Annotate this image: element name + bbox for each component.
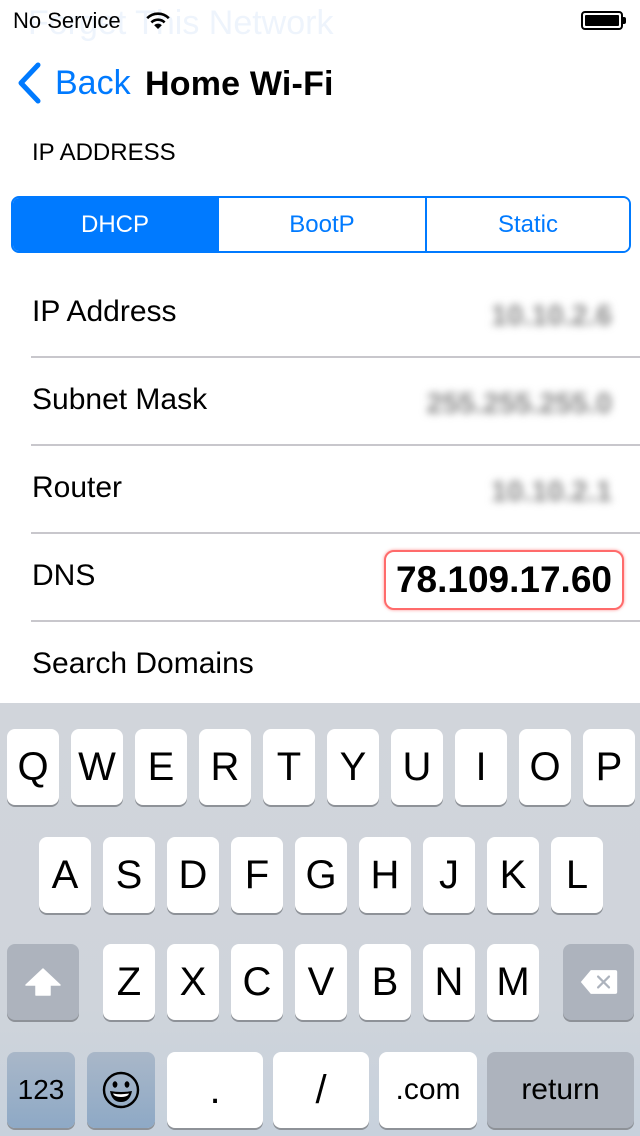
row-label: Router <box>32 471 123 504</box>
key-w[interactable]: W <box>71 729 123 805</box>
key-i[interactable]: I <box>455 729 507 805</box>
ip-address-value: 10.10.2.6 <box>491 300 612 332</box>
key-h[interactable]: H <box>359 837 411 913</box>
key-t[interactable]: T <box>263 729 315 805</box>
backspace-icon <box>580 970 617 994</box>
key-e[interactable]: E <box>135 729 187 805</box>
emoji-key[interactable] <box>87 1052 155 1128</box>
chevron-left-icon <box>18 62 41 104</box>
key-l[interactable]: L <box>551 837 603 913</box>
navigation-bar: Back Home Wi-Fi <box>0 50 640 120</box>
key-u[interactable]: U <box>391 729 443 805</box>
battery-full-icon <box>581 11 627 30</box>
router-value: 10.10.2.1 <box>491 476 612 508</box>
key-p[interactable]: P <box>583 729 635 805</box>
shift-key[interactable] <box>7 944 79 1020</box>
section-header-ip-address: IP ADDRESS <box>32 139 176 166</box>
key-n[interactable]: N <box>423 944 475 1020</box>
segment-static[interactable]: Static <box>425 198 629 251</box>
key-d[interactable]: D <box>167 837 219 913</box>
row-label: Search Domains <box>32 647 254 680</box>
key-y[interactable]: Y <box>327 729 379 805</box>
row-dns: DNS 78.109.17.60 <box>0 534 640 622</box>
row-label: IP Address <box>32 295 177 328</box>
row-search-domains[interactable]: Search Domains <box>0 622 640 710</box>
row-subnet-mask[interactable]: Subnet Mask 255.255.255.0 <box>0 358 640 446</box>
key-a[interactable]: A <box>39 837 91 913</box>
key-c[interactable]: C <box>231 944 283 1020</box>
numbers-key[interactable]: 123 <box>7 1052 75 1128</box>
carrier-label: No Service <box>13 8 121 33</box>
back-button[interactable]: Back <box>16 62 131 104</box>
row-router[interactable]: Router 10.10.2.1 <box>0 446 640 534</box>
key-k[interactable]: K <box>487 837 539 913</box>
key-z[interactable]: Z <box>103 944 155 1020</box>
key-o[interactable]: O <box>519 729 571 805</box>
back-label: Back <box>55 63 131 102</box>
row-label: DNS <box>32 559 96 592</box>
segment-bootp[interactable]: BootP <box>217 198 425 251</box>
key-j[interactable]: J <box>423 837 475 913</box>
emoji-smiley-icon <box>102 1071 140 1109</box>
ip-mode-segmented-control: DHCP BootP Static <box>11 196 631 253</box>
row-ip-address[interactable]: IP Address 10.10.2.6 <box>0 270 640 358</box>
key-v[interactable]: V <box>295 944 347 1020</box>
return-key[interactable]: return <box>487 1052 634 1128</box>
dns-input[interactable]: 78.109.17.60 <box>383 550 624 610</box>
shift-arrow-icon <box>25 968 61 996</box>
on-screen-keyboard: Q W E R T Y U I O P A S D F G H J K L Z … <box>0 703 640 1136</box>
subnet-mask-value: 255.255.255.0 <box>426 388 612 420</box>
dotcom-key[interactable]: .com <box>379 1052 477 1128</box>
key-r[interactable]: R <box>199 729 251 805</box>
key-f[interactable]: F <box>231 837 283 913</box>
status-bar: No Service <box>0 0 640 40</box>
key-g[interactable]: G <box>295 837 347 913</box>
key-m[interactable]: M <box>487 944 539 1020</box>
wifi-icon <box>146 12 170 29</box>
period-key[interactable]: . <box>167 1052 263 1128</box>
segment-dhcp[interactable]: DHCP <box>13 198 217 251</box>
row-label: Subnet Mask <box>32 383 208 416</box>
key-b[interactable]: B <box>359 944 411 1020</box>
key-s[interactable]: S <box>103 837 155 913</box>
delete-key[interactable] <box>563 944 634 1020</box>
ip-settings-list: IP Address 10.10.2.6 Subnet Mask 255.255… <box>0 270 640 710</box>
page-title: Home Wi-Fi <box>145 65 334 103</box>
slash-key[interactable]: / <box>273 1052 369 1128</box>
key-x[interactable]: X <box>167 944 219 1020</box>
key-q[interactable]: Q <box>7 729 59 805</box>
